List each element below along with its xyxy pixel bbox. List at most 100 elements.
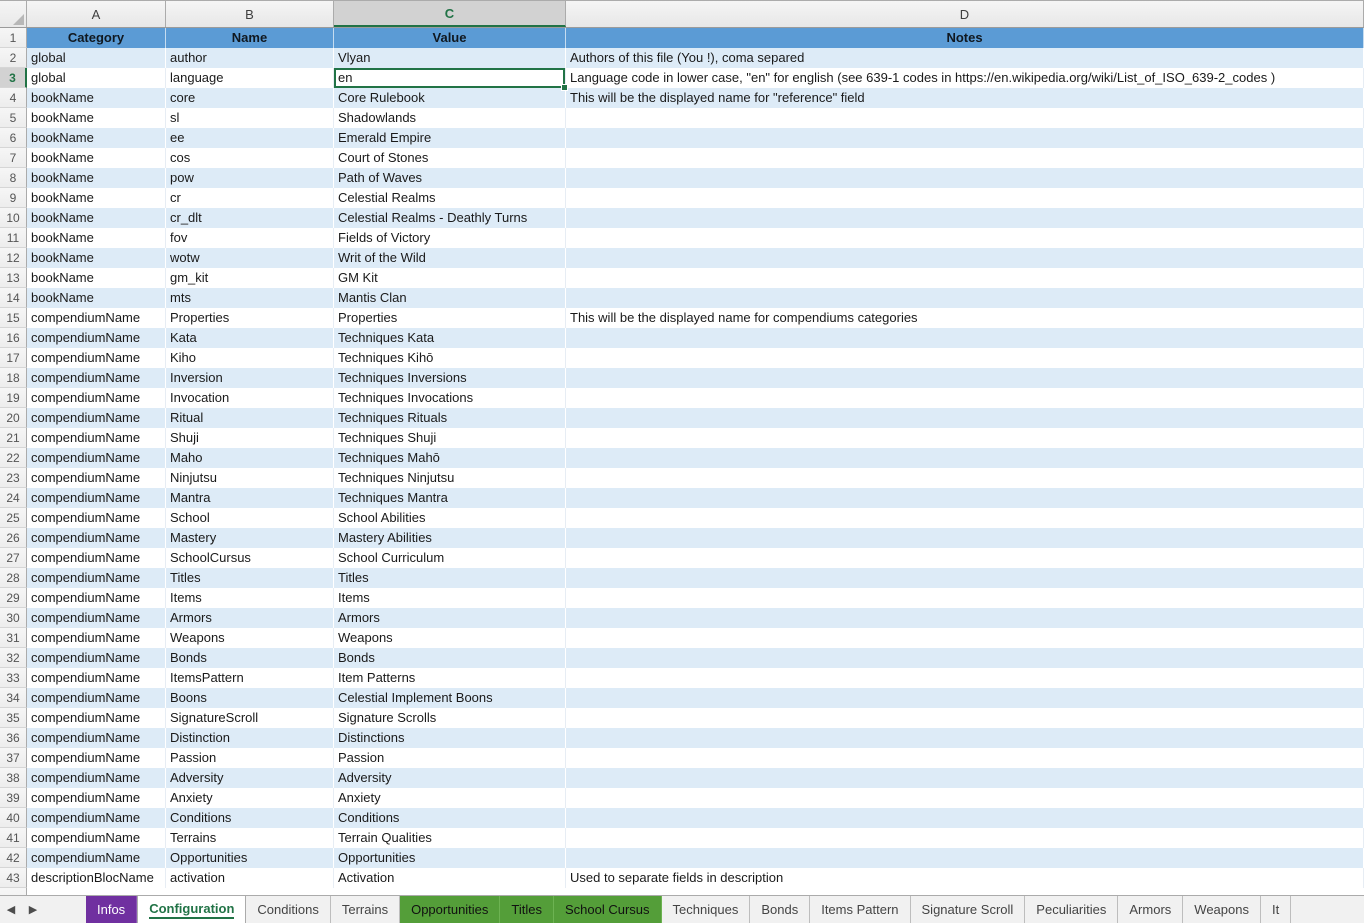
cell-D21[interactable] (566, 428, 1364, 448)
cell-D8[interactable] (566, 168, 1364, 188)
cell-B26[interactable]: Mastery (166, 528, 334, 548)
cell-A29[interactable]: compendiumName (27, 588, 166, 608)
cell-A6[interactable]: bookName (27, 128, 166, 148)
row-header-7[interactable]: 7 (0, 148, 27, 168)
row-header-30[interactable]: 30 (0, 608, 27, 628)
cell-D22[interactable] (566, 448, 1364, 468)
cell-A40[interactable]: compendiumName (27, 808, 166, 828)
cell-B31[interactable]: Weapons (166, 628, 334, 648)
cell-D32[interactable] (566, 648, 1364, 668)
cell-B42[interactable]: Opportunities (166, 848, 334, 868)
cell-D42[interactable] (566, 848, 1364, 868)
sheet-tab-configuration[interactable]: Configuration (137, 896, 246, 923)
cell-A19[interactable]: compendiumName (27, 388, 166, 408)
cell-B18[interactable]: Inversion (166, 368, 334, 388)
cell-B32[interactable]: Bonds (166, 648, 334, 668)
sheet-tab-titles[interactable]: Titles (500, 896, 554, 923)
cell-C25[interactable]: School Abilities (334, 508, 566, 528)
cell-C35[interactable]: Signature Scrolls (334, 708, 566, 728)
row-header-43[interactable]: 43 (0, 868, 27, 888)
cell-A36[interactable]: compendiumName (27, 728, 166, 748)
cell-B41[interactable]: Terrains (166, 828, 334, 848)
cell-A35[interactable]: compendiumName (27, 708, 166, 728)
header-cell-B1[interactable]: Name (166, 28, 334, 48)
row-header-40[interactable]: 40 (0, 808, 27, 828)
cell-C19[interactable]: Techniques Invocations (334, 388, 566, 408)
cell-A21[interactable]: compendiumName (27, 428, 166, 448)
cell-B5[interactable]: sl (166, 108, 334, 128)
cell-D38[interactable] (566, 768, 1364, 788)
row-header-41[interactable]: 41 (0, 828, 27, 848)
cell-A9[interactable]: bookName (27, 188, 166, 208)
cell-D27[interactable] (566, 548, 1364, 568)
cell-D26[interactable] (566, 528, 1364, 548)
row-header-14[interactable]: 14 (0, 288, 27, 308)
cell-A4[interactable]: bookName (27, 88, 166, 108)
row-header-6[interactable]: 6 (0, 128, 27, 148)
cell-C41[interactable]: Terrain Qualities (334, 828, 566, 848)
cell-D14[interactable] (566, 288, 1364, 308)
cell-A23[interactable]: compendiumName (27, 468, 166, 488)
cell-C4[interactable]: Core Rulebook (334, 88, 566, 108)
cell-C32[interactable]: Bonds (334, 648, 566, 668)
cell-B25[interactable]: School (166, 508, 334, 528)
row-header-38[interactable]: 38 (0, 768, 27, 788)
cell-B21[interactable]: Shuji (166, 428, 334, 448)
cell-A25[interactable]: compendiumName (27, 508, 166, 528)
row-header-5[interactable]: 5 (0, 108, 27, 128)
row-header-2[interactable]: 2 (0, 48, 27, 68)
cell-A39[interactable]: compendiumName (27, 788, 166, 808)
cell-D31[interactable] (566, 628, 1364, 648)
column-header-B[interactable]: B (166, 1, 334, 27)
cell-D36[interactable] (566, 728, 1364, 748)
cell-B2[interactable]: author (166, 48, 334, 68)
cell-C9[interactable]: Celestial Realms (334, 188, 566, 208)
cell-D35[interactable] (566, 708, 1364, 728)
row-header-17[interactable]: 17 (0, 348, 27, 368)
sheet-tab-it[interactable]: It (1261, 896, 1291, 923)
column-header-D[interactable]: D (566, 1, 1364, 27)
cell-B15[interactable]: Properties (166, 308, 334, 328)
cell-B11[interactable]: fov (166, 228, 334, 248)
cell-C34[interactable]: Celestial Implement Boons (334, 688, 566, 708)
cell-D7[interactable] (566, 148, 1364, 168)
cell-D33[interactable] (566, 668, 1364, 688)
cell-D30[interactable] (566, 608, 1364, 628)
row-header-11[interactable]: 11 (0, 228, 27, 248)
cell-D9[interactable] (566, 188, 1364, 208)
sheet-tab-signature-scroll[interactable]: Signature Scroll (911, 896, 1026, 923)
cell-D25[interactable] (566, 508, 1364, 528)
sheet-tab-items-pattern[interactable]: Items Pattern (810, 896, 910, 923)
cell-C18[interactable]: Techniques Inversions (334, 368, 566, 388)
cell-A15[interactable]: compendiumName (27, 308, 166, 328)
cell-A41[interactable]: compendiumName (27, 828, 166, 848)
row-header-25[interactable]: 25 (0, 508, 27, 528)
selected-cell[interactable]: en (334, 68, 566, 88)
row-header-33[interactable]: 33 (0, 668, 27, 688)
row-header-32[interactable]: 32 (0, 648, 27, 668)
cell-B7[interactable]: cos (166, 148, 334, 168)
header-cell-D1[interactable]: Notes (566, 28, 1364, 48)
cell-C33[interactable]: Item Patterns (334, 668, 566, 688)
cell-C12[interactable]: Writ of the Wild (334, 248, 566, 268)
cell-C21[interactable]: Techniques Shuji (334, 428, 566, 448)
row-header-1[interactable]: 1 (0, 28, 27, 48)
row-header-24[interactable]: 24 (0, 488, 27, 508)
row-header-23[interactable]: 23 (0, 468, 27, 488)
cell-C17[interactable]: Techniques Kihō (334, 348, 566, 368)
sheet-tab-armors[interactable]: Armors (1118, 896, 1183, 923)
cell-B9[interactable]: cr (166, 188, 334, 208)
sheet-tab-conditions[interactable]: Conditions (246, 896, 330, 923)
cell-A20[interactable]: compendiumName (27, 408, 166, 428)
cell-D11[interactable] (566, 228, 1364, 248)
row-header-15[interactable]: 15 (0, 308, 27, 328)
header-cell-A1[interactable]: Category (27, 28, 166, 48)
cell-D5[interactable] (566, 108, 1364, 128)
row-header-4[interactable]: 4 (0, 88, 27, 108)
column-header-C[interactable]: C (334, 1, 566, 27)
cell-D15[interactable]: This will be the displayed name for comp… (566, 308, 1364, 328)
cell-A30[interactable]: compendiumName (27, 608, 166, 628)
row-header-18[interactable]: 18 (0, 368, 27, 388)
cell-B23[interactable]: Ninjutsu (166, 468, 334, 488)
cell-D23[interactable] (566, 468, 1364, 488)
